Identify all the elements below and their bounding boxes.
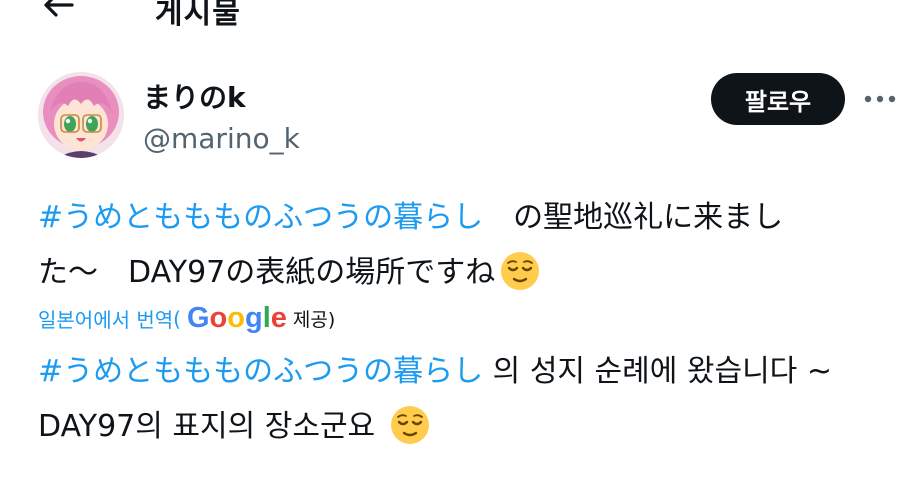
hashtag-link[interactable]: #うめとももものふつうの暮らし [38, 354, 483, 389]
translated-text-segment: DAY97의 표지의 장소군요 [38, 409, 385, 444]
google-logo-letter: o [209, 302, 228, 334]
avatar[interactable] [38, 72, 124, 158]
google-logo-letter: G [186, 302, 210, 334]
google-logo-letter: g [244, 302, 263, 334]
google-logo: Google [187, 302, 287, 335]
relieved-face-emoji [501, 251, 540, 290]
anime-avatar-image [38, 72, 124, 158]
more-horizontal-icon [864, 95, 896, 103]
author-display-name[interactable]: まりのk [143, 76, 246, 116]
tweet-line: #うめとももものふつうの暮らし の聖地巡礼に来まし [38, 190, 888, 245]
provided-by-label: 제공) [292, 309, 336, 331]
post-page: 게시물 まりのk @marino_k 팔로우 #うめとももものふつうの暮らし の… [0, 0, 900, 482]
translated-line: DAY97의 표지의 장소군요 [38, 399, 898, 454]
translated-tweet-text: #うめとももものふつうの暮らし 의 성지 순례에 왔습니다 ~ DAY97의 표… [38, 344, 898, 454]
translated-line: #うめとももものふつうの暮らし 의 성지 순례에 왔습니다 ~ [38, 344, 898, 399]
tweet-text-segment: た〜 DAY97の表紙の場所ですね [38, 255, 496, 290]
back-button[interactable] [40, 0, 76, 20]
tweet-line: た〜 DAY97の表紙の場所ですね [38, 245, 888, 300]
tweet-text-segment: の聖地巡礼に来まし [483, 200, 784, 235]
follow-button[interactable]: 팔로우 [711, 73, 845, 125]
page-title: 게시물 [155, 0, 241, 31]
arrow-left-icon [44, 0, 74, 17]
top-bar: 게시물 [0, 0, 900, 31]
translation-attribution: 일본어에서 번역( Google 제공) [38, 302, 335, 335]
google-logo-letter: o [227, 302, 245, 334]
more-button[interactable] [862, 85, 898, 113]
hashtag-link[interactable]: #うめとももものふつうの暮らし [38, 200, 483, 235]
relieved-face-emoji [390, 405, 429, 444]
paren-open: ( [173, 306, 181, 331]
tweet-text: #うめとももものふつうの暮らし の聖地巡礼に来まし た〜 DAY97の表紙の場所… [38, 190, 888, 300]
translated-text-segment: 의 성지 순례에 왔습니다 ~ [483, 354, 832, 389]
google-logo-letter: l [262, 302, 271, 334]
author-handle[interactable]: @marino_k [143, 122, 300, 155]
translated-from-label[interactable]: 일본어에서 번역 [38, 304, 173, 333]
google-logo-letter: e [270, 302, 287, 334]
